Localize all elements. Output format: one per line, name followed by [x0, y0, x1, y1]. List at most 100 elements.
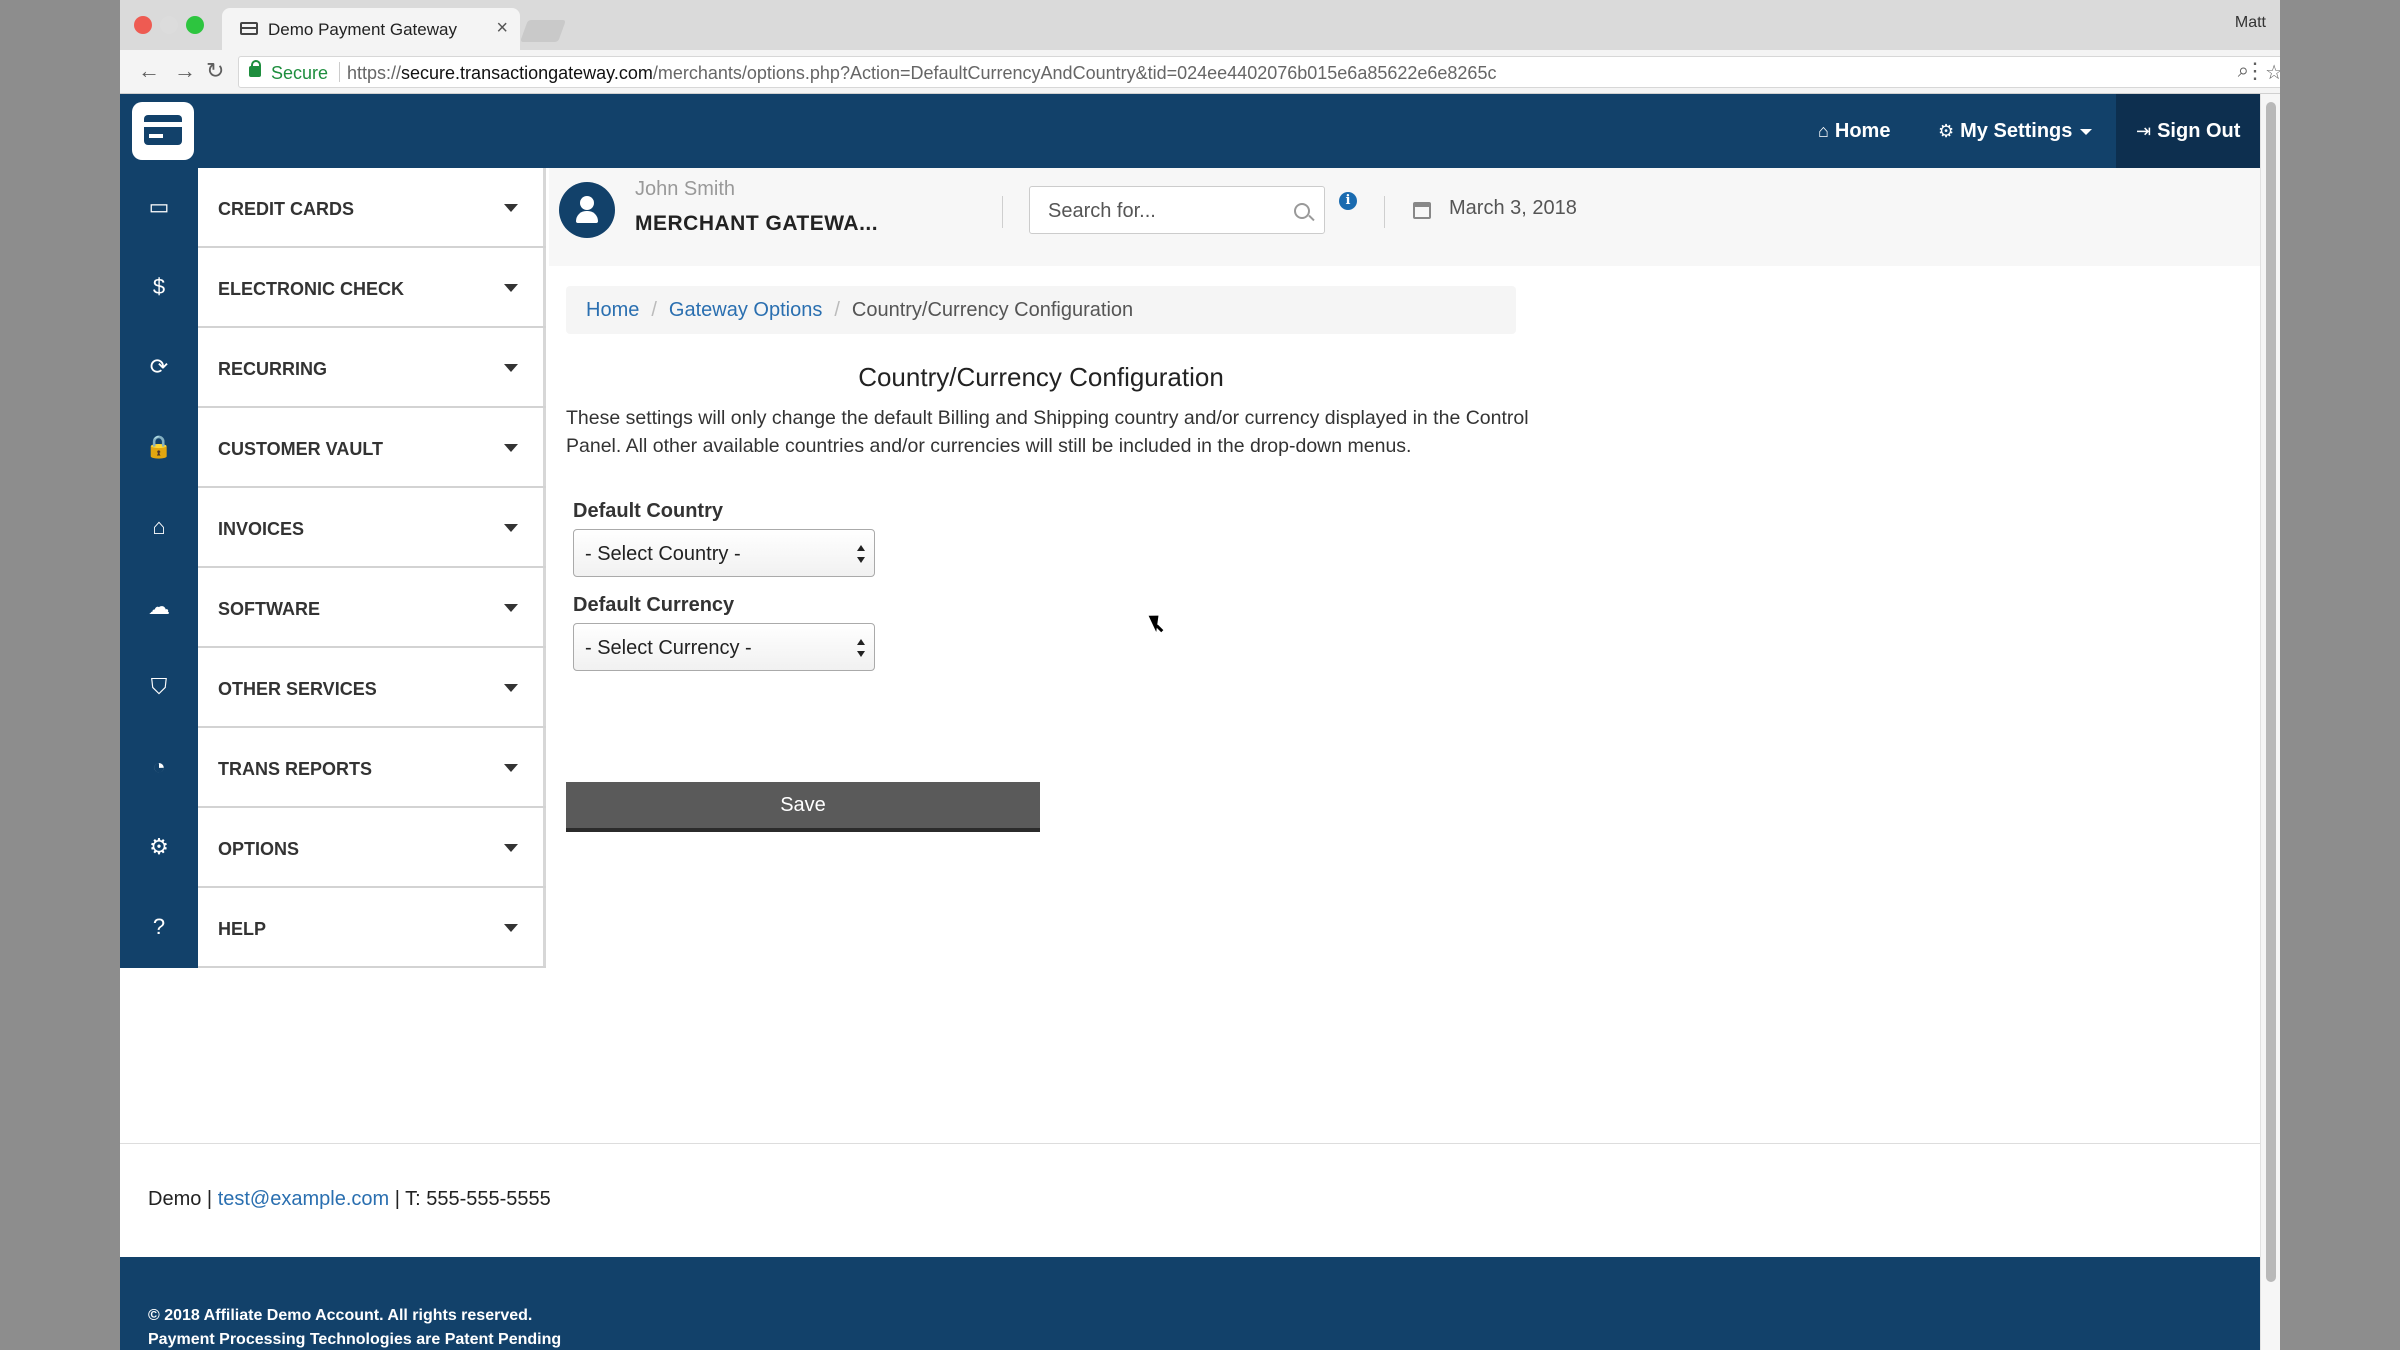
breadcrumb-gateway-options-link[interactable]: Gateway Options: [669, 299, 822, 321]
nav-signout-label: Sign Out: [2157, 120, 2241, 142]
tab-title: Demo Payment Gateway: [268, 20, 457, 39]
credit-card-logo-icon: [144, 115, 182, 145]
sidebar-item-software[interactable]: ☁ SOFTWARE: [120, 568, 546, 648]
caret-down-icon: [504, 204, 518, 212]
browser-tabstrip: Demo Payment Gateway × Matt: [120, 0, 2280, 50]
user-avatar-icon[interactable]: [559, 182, 615, 238]
window-minimize-button[interactable]: [160, 16, 178, 34]
browser-menu-icon[interactable]: ⋮: [2244, 58, 2266, 84]
default-country-select[interactable]: - Select Country -: [573, 529, 875, 577]
back-icon[interactable]: ←: [138, 58, 160, 84]
credit-card-icon: ▭: [120, 168, 198, 248]
sidebar-item-label: SOFTWARE: [218, 599, 320, 619]
sidebar-item-label: TRANS REPORTS: [218, 759, 373, 779]
breadcrumb-separator: /: [834, 299, 840, 321]
nav-home-link[interactable]: ⌂ Home: [1818, 94, 1890, 168]
user-header-bar: John Smith MERCHANT GATEWA... Search for…: [549, 168, 2260, 266]
breadcrumb: Home / Gateway Options / Country/Currency Co…: [566, 286, 1516, 334]
secure-label: Secure: [271, 63, 329, 83]
url-scheme: https://: [347, 63, 402, 83]
sidebar-item-recurring[interactable]: ⟳ RECURRING: [120, 328, 546, 408]
bookmark-star-icon[interactable]: ☆: [2265, 60, 2280, 85]
dollar-icon: $: [120, 248, 198, 328]
caret-down-icon: [504, 764, 518, 772]
footer-email-link[interactable]: test@example.com: [218, 1188, 389, 1210]
caret-down-icon: [504, 684, 518, 692]
nav-sign-out-button[interactable]: ⇥ Sign Out: [2116, 94, 2260, 168]
search-icon[interactable]: [1294, 203, 1310, 219]
browser-window: Demo Payment Gateway × Matt ← → ↻ Secure…: [120, 0, 2280, 1350]
page-scrollbar[interactable]: [2260, 94, 2280, 1350]
sidebar-item-label: OTHER SERVICES: [218, 679, 377, 699]
url-text[interactable]: https://secure.transactiongateway.com/me…: [347, 63, 1496, 84]
caret-down-icon: [504, 364, 518, 372]
page-title: Country/Currency Configuration: [858, 362, 1224, 392]
sidebar-item-options[interactable]: ⚙ OPTIONS: [120, 808, 546, 888]
breadcrumb-home-link[interactable]: Home: [586, 299, 639, 321]
header-divider: [1384, 196, 1385, 228]
inbox-icon: ⌂: [120, 488, 198, 568]
search-placeholder: Search for...: [1048, 200, 1156, 222]
nav-my-settings-dropdown[interactable]: ⚙ My Settings: [1938, 94, 2093, 168]
sidebar-item-help[interactable]: ? HELP: [120, 888, 546, 968]
forward-icon[interactable]: →: [174, 58, 196, 84]
window-maximize-button[interactable]: [186, 16, 204, 34]
merchant-name: MERCHANT GATEWA...: [635, 212, 879, 235]
web-page: ⌂ Home ⚙ My Settings ⇥ Sign Out ▭ CREDIT CA…: [120, 94, 2260, 1350]
sidebar-item-label: ELECTRONIC CHECK: [218, 279, 405, 299]
new-tab-button[interactable]: [519, 20, 567, 42]
footer-copyright: © 2018 Affiliate Demo Account. All right…: [148, 1307, 533, 1324]
footer-bar: © 2018 Affiliate Demo Account. All right…: [120, 1257, 2260, 1350]
pie-chart-icon: ◔: [120, 728, 198, 808]
footer-company: Demo: [148, 1188, 202, 1210]
browser-toolbar: ← → ↻ Secure https://secure.transactiong…: [120, 50, 2280, 94]
sidebar-item-customer-vault[interactable]: 🔒 CUSTOMER VAULT: [120, 408, 546, 488]
browser-tab-active[interactable]: Demo Payment Gateway ×: [222, 8, 520, 50]
address-bar[interactable]: Secure https://secure.transactiongateway…: [238, 56, 2280, 88]
sidebar-item-invoices[interactable]: ⌂ INVOICES: [120, 488, 546, 568]
sidebar-item-label: INVOICES: [218, 519, 305, 539]
info-icon[interactable]: i: [1339, 192, 1357, 210]
gateway-logo[interactable]: [132, 102, 194, 160]
save-button[interactable]: Save: [566, 782, 1040, 832]
sidebar-item-label: OPTIONS: [218, 839, 300, 859]
sidebar-item-credit-cards[interactable]: ▭ CREDIT CARDS: [120, 168, 546, 248]
caret-down-icon: [504, 844, 518, 852]
sidebar-item-label: RECURRING: [218, 359, 328, 379]
search-input[interactable]: Search for...: [1029, 186, 1325, 234]
caret-down-icon: [2080, 128, 2093, 135]
sidebar-item-other-services[interactable]: ⛉ OTHER SERVICES: [120, 648, 546, 728]
default-currency-label: Default Currency: [573, 594, 735, 616]
default-currency-select[interactable]: - Select Currency -: [573, 623, 875, 671]
footer-separator: |: [206, 1188, 213, 1210]
select-value: - Select Country -: [585, 543, 741, 565]
select-arrows-icon: [856, 639, 866, 657]
sidebar-item-electronic-check[interactable]: $ ELECTRONIC CHECK: [120, 248, 546, 328]
window-close-button[interactable]: [134, 16, 152, 34]
footer-phone: | T: 555-555-5555: [394, 1188, 551, 1210]
sign-out-icon: ⇥: [2136, 121, 2152, 141]
lock-icon: 🔒: [120, 408, 198, 488]
sidebar-item-trans-reports[interactable]: ◔ TRANS REPORTS: [120, 728, 546, 808]
default-country-label: Default Country: [573, 500, 723, 522]
sidebar-item-label: CUSTOMER VAULT: [218, 439, 383, 459]
top-navbar: ⌂ Home ⚙ My Settings ⇥ Sign Out: [120, 94, 2260, 168]
gears-icon: ⚙: [120, 808, 198, 888]
sidebar-item-label: HELP: [218, 919, 267, 939]
question-icon: ?: [120, 888, 198, 968]
home-icon: ⌂: [1818, 121, 1829, 141]
reload-icon[interactable]: ↻: [206, 58, 224, 84]
profile-name[interactable]: Matt: [2235, 14, 2266, 32]
select-value: - Select Currency -: [585, 637, 752, 659]
tags-icon: ⛉: [120, 648, 198, 728]
cloud-icon: ☁: [120, 568, 198, 648]
caret-down-icon: [504, 524, 518, 532]
sidebar-item-label: CREDIT CARDS: [218, 199, 355, 219]
card-favicon-icon: [240, 22, 258, 35]
mouse-cursor-icon: [1148, 611, 1165, 633]
gear-icon: ⚙: [1938, 121, 1955, 141]
user-name: John Smith: [635, 178, 736, 200]
scrollbar-thumb[interactable]: [2266, 102, 2276, 1282]
refresh-icon: ⟳: [120, 328, 198, 408]
tab-close-icon[interactable]: ×: [496, 17, 508, 40]
